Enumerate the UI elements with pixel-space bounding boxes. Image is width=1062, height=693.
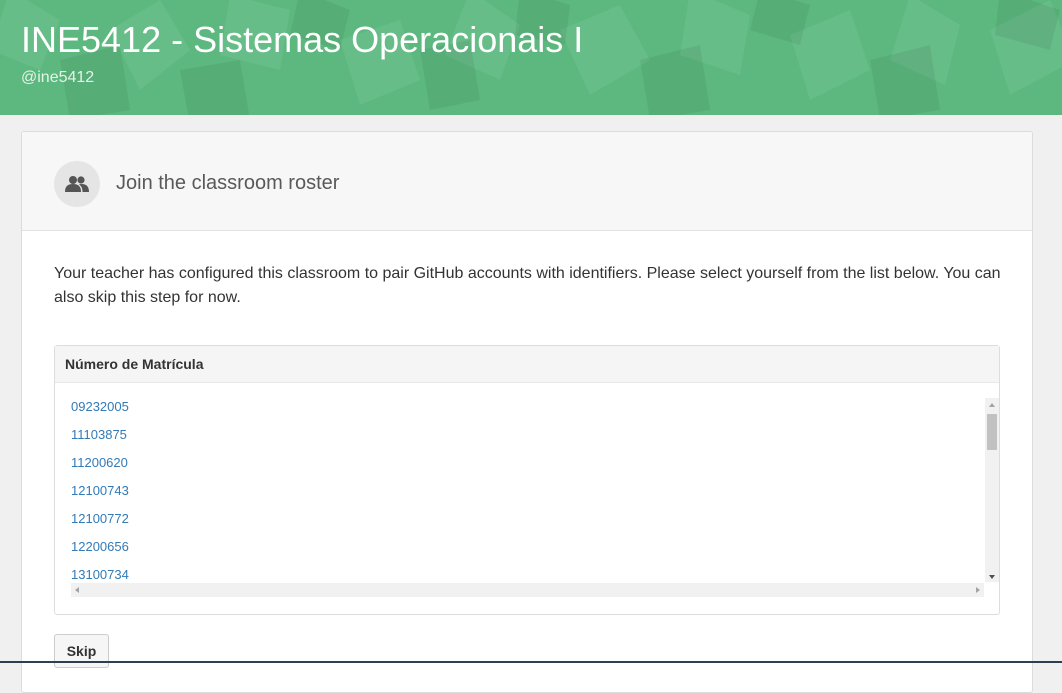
identifier-panel: Número de Matrícula 09232005 11103875 11… xyxy=(54,345,1000,615)
panel-heading: Número de Matrícula xyxy=(55,346,999,383)
list-item: 11200620 xyxy=(71,454,984,482)
identifier-link[interactable]: 11200620 xyxy=(71,455,128,470)
classroom-banner: INE5412 - Sistemas Operacionais I @ine54… xyxy=(0,0,1062,115)
horizontal-scrollbar[interactable] xyxy=(71,583,984,597)
list-item: 12200656 xyxy=(71,538,984,566)
org-handle: @ine5412 xyxy=(21,69,95,86)
identifier-list: 09232005 11103875 11200620 12100743 1210… xyxy=(71,398,984,583)
scroll-right-arrow-icon[interactable] xyxy=(972,583,984,597)
identifier-link[interactable]: 12100743 xyxy=(71,483,129,498)
roster-card: Join the classroom roster Your teacher h… xyxy=(21,131,1033,693)
scrollbar-thumb[interactable] xyxy=(987,414,997,450)
page-title: INE5412 - Sistemas Operacionais I xyxy=(21,19,584,60)
panel-title: Número de Matrícula xyxy=(65,356,204,372)
scroll-down-arrow-icon[interactable] xyxy=(985,570,999,582)
identifier-list-viewport[interactable]: 09232005 11103875 11200620 12100743 1210… xyxy=(71,398,984,583)
scroll-left-arrow-icon[interactable] xyxy=(71,583,83,597)
identifier-link[interactable]: 09232005 xyxy=(71,399,129,414)
list-item: 13100734 xyxy=(71,566,984,583)
list-item: 12100772 xyxy=(71,510,984,538)
vertical-scrollbar[interactable] xyxy=(985,398,999,582)
identifier-link[interactable]: 12100772 xyxy=(71,511,129,526)
card-header: Join the classroom roster xyxy=(22,132,1032,231)
scroll-up-arrow-icon[interactable] xyxy=(985,398,999,410)
list-item: 09232005 xyxy=(71,398,984,426)
roster-title: Join the classroom roster xyxy=(116,172,340,194)
list-item: 11103875 xyxy=(71,426,984,454)
identifier-link[interactable]: 13100734 xyxy=(71,567,129,582)
identifier-link[interactable]: 12200656 xyxy=(71,539,129,554)
roster-instructions: Your teacher has configured this classro… xyxy=(54,265,1001,306)
list-item: 12100743 xyxy=(71,482,984,510)
people-icon xyxy=(54,161,100,207)
identifier-link[interactable]: 11103875 xyxy=(71,427,127,442)
